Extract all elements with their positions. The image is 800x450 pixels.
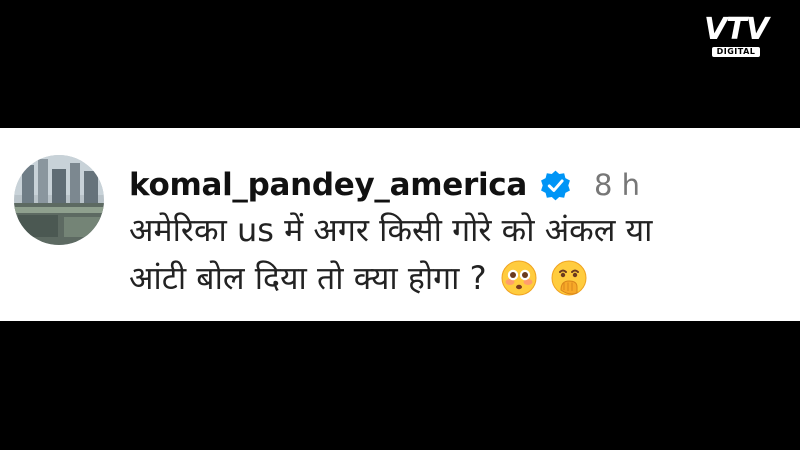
comment-body: komal_pandey_america 8 h अमेरिका us में … xyxy=(129,164,789,302)
verified-badge-icon xyxy=(539,169,572,202)
face-with-hand-over-mouth-icon xyxy=(551,260,587,296)
comment-text-line-2-wrap: आंटी बोल दिया तो क्या होगा ? xyxy=(129,254,789,302)
vtv-digital-logo: VTV DIGITAL xyxy=(700,14,772,60)
comment-header: komal_pandey_america 8 h xyxy=(129,164,789,206)
logo-subtext: DIGITAL xyxy=(711,47,761,57)
flushed-face-icon xyxy=(501,260,537,296)
username-link[interactable]: komal_pandey_america xyxy=(129,167,527,203)
comment-text-line-1: अमेरिका us में अगर किसी गोरे को अंकल या xyxy=(129,211,653,249)
avatar[interactable] xyxy=(14,155,104,245)
comment-timestamp: 8 h xyxy=(593,168,641,202)
avatar-photo-icon xyxy=(14,155,104,245)
comment-text-line-2: आंटी बोल दिया तो क्या होगा ? xyxy=(129,259,487,297)
comment-card: komal_pandey_america 8 h अमेरिका us में … xyxy=(0,128,800,321)
logo-text: VTV xyxy=(704,12,769,47)
